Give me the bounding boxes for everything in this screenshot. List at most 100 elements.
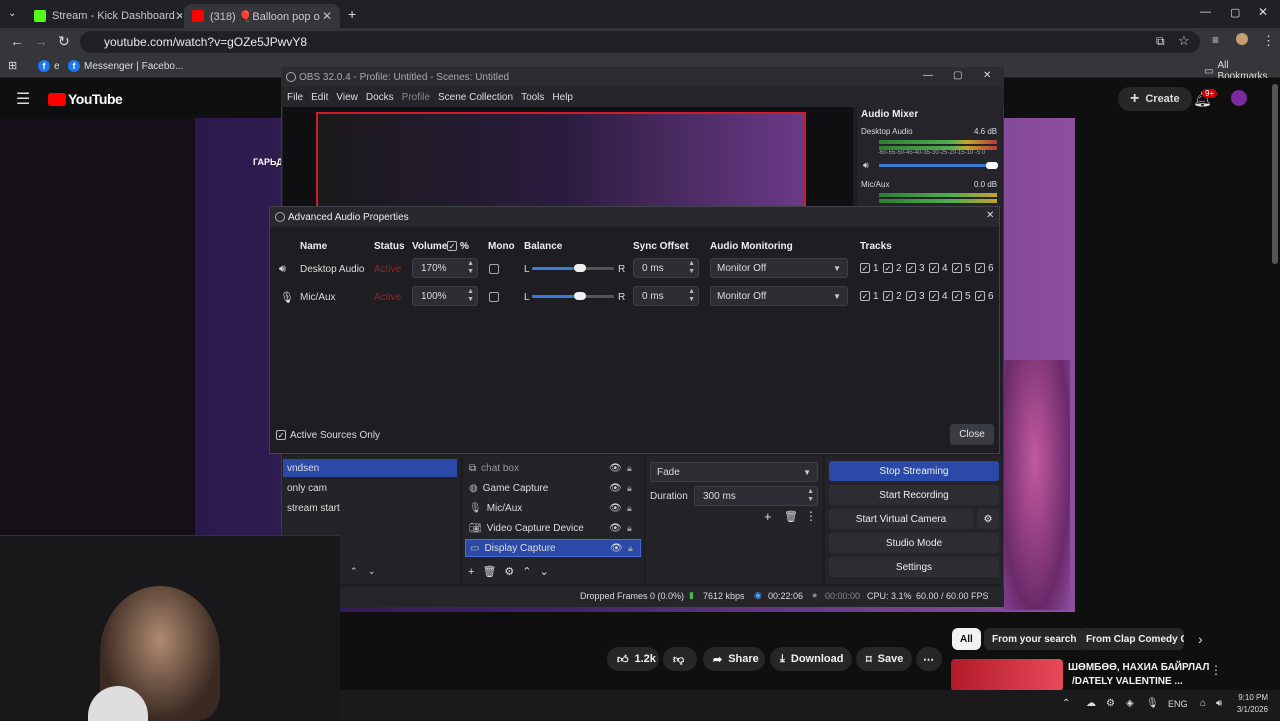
forward-icon[interactable]: →: [34, 33, 48, 49]
install-icon[interactable]: ⧉: [1156, 34, 1165, 49]
move-up-icon[interactable]: ⌃: [350, 566, 358, 577]
lock-icon[interactable]: 🔒︎: [627, 503, 632, 514]
mono-checkbox[interactable]: [489, 264, 499, 274]
eye-icon[interactable]: 👁︎: [609, 503, 622, 514]
rec-title[interactable]: /DATELY VALENTINE ...: [1072, 676, 1183, 687]
create-button[interactable]: + Create: [1118, 87, 1192, 111]
duration-spinbox[interactable]: 300 ms ▲ ▼: [694, 486, 818, 506]
balance-thumb[interactable]: [574, 292, 586, 300]
track-checkbox[interactable]: ✓: [906, 291, 916, 301]
spin-arrows-icon[interactable]: ▲ ▼: [807, 488, 814, 504]
page-scrollbar[interactable]: [1272, 84, 1278, 264]
maximize-icon[interactable]: ▢: [953, 70, 962, 81]
dislike-button[interactable]: 👎︎: [663, 647, 697, 671]
menu-docks[interactable]: Docks: [366, 92, 394, 103]
shield-icon[interactable]: ◈: [1126, 698, 1134, 709]
stop-streaming-button[interactable]: Stop Streaming: [829, 461, 999, 481]
maximize-icon[interactable]: ▢: [1230, 6, 1240, 19]
balance-slider[interactable]: [532, 267, 614, 270]
tab-youtube[interactable]: (318) 🎈Balloon pop or find lo ✕: [184, 4, 340, 28]
move-down-icon[interactable]: ⌄: [368, 566, 376, 577]
tab-search-icon[interactable]: ⌄: [8, 8, 16, 19]
source-item[interactable]: ⧉ chat box 👁︎ 🔒︎: [465, 459, 641, 477]
spin-arrows-icon[interactable]: ▲ ▼: [688, 260, 695, 276]
scene-item[interactable]: only cam: [287, 479, 327, 497]
recommended-thumbnail[interactable]: [951, 659, 1063, 691]
more-icon[interactable]: ⋮: [1210, 663, 1222, 677]
add-icon[interactable]: +: [468, 566, 482, 578]
track-checkbox[interactable]: ✓: [860, 291, 870, 301]
volume-spinbox[interactable]: 170% ▲ ▼: [412, 258, 478, 278]
source-item[interactable]: ◍ Game Capture 👁︎ 🔒︎: [465, 479, 641, 497]
hamburger-icon[interactable]: ☰: [16, 89, 30, 109]
scene-item[interactable]: vndsen: [283, 459, 457, 477]
track-checkbox[interactable]: ✓: [975, 263, 985, 273]
menu-help[interactable]: Help: [552, 92, 573, 103]
back-icon[interactable]: ←: [10, 33, 24, 49]
settings-button[interactable]: Settings: [829, 557, 999, 577]
eye-icon[interactable]: 👁︎: [610, 543, 623, 554]
source-item[interactable]: ▭ Display Capture 👁︎ 🔒︎: [465, 539, 641, 557]
close-window-icon[interactable]: ✕: [1258, 5, 1268, 19]
menu-view[interactable]: View: [336, 92, 358, 103]
start-recording-button[interactable]: Start Recording: [829, 485, 999, 505]
reload-icon[interactable]: ↻: [58, 33, 70, 50]
youtube-logo-icon[interactable]: [48, 93, 66, 106]
menu-edit[interactable]: Edit: [311, 92, 328, 103]
monitoring-select[interactable]: Monitor Off ▼: [710, 258, 848, 278]
close-icon[interactable]: ✕: [986, 210, 994, 221]
more-icon[interactable]: ⋮: [805, 509, 817, 523]
track-checkbox[interactable]: ✓: [883, 291, 893, 301]
tab-kick[interactable]: Stream - Kick Dashboard ✕: [26, 4, 182, 28]
sync-offset-spinbox[interactable]: 0 ms ▲ ▼: [633, 258, 699, 278]
track-checkbox[interactable]: ✓: [952, 291, 962, 301]
move-up-icon[interactable]: ⌃: [522, 566, 539, 578]
bookmark-e[interactable]: fe: [38, 60, 60, 72]
preview-source-bounds[interactable]: [316, 112, 806, 209]
start-virtual-camera-button[interactable]: Start Virtual Camera: [829, 509, 973, 529]
new-tab-button[interactable]: +: [348, 6, 356, 22]
share-button[interactable]: ➦ Share: [703, 647, 765, 671]
speaker-icon[interactable]: 🔊︎: [863, 160, 869, 171]
avatar[interactable]: [1231, 90, 1247, 106]
volume-spinbox[interactable]: 100% ▲ ▼: [412, 286, 478, 306]
menu-scene-collection[interactable]: Scene Collection: [438, 92, 513, 103]
close-icon[interactable]: ✕: [322, 9, 332, 23]
profile-avatar[interactable]: [1236, 33, 1248, 45]
lock-icon[interactable]: 🔒︎: [628, 543, 633, 554]
download-button[interactable]: ⤓ Download: [770, 647, 852, 671]
microphone-icon[interactable]: 🎙︎: [1146, 698, 1159, 709]
address-bar[interactable]: youtube.com/watch?v=gOZe5JPwvY8: [80, 31, 1200, 53]
chip-from-search[interactable]: From your search: [984, 628, 1085, 650]
balance-thumb[interactable]: [574, 264, 586, 272]
active-sources-only-checkbox[interactable]: ✓: [276, 430, 286, 440]
lock-icon[interactable]: 🔒︎: [627, 523, 632, 534]
balance-slider[interactable]: [532, 295, 614, 298]
gear-icon[interactable]: ⚙: [977, 509, 999, 529]
network-icon[interactable]: ⌂: [1200, 698, 1206, 709]
menu-icon[interactable]: ⋮: [1262, 33, 1275, 49]
menu-profile[interactable]: Profile: [402, 92, 430, 103]
bookmark-messenger[interactable]: f Messenger | Facebo...: [68, 60, 183, 72]
move-down-icon[interactable]: ⌄: [540, 566, 557, 578]
track-checkbox[interactable]: ✓: [860, 263, 870, 273]
eye-icon[interactable]: 👁︎: [609, 483, 622, 494]
spin-arrows-icon[interactable]: ▲ ▼: [688, 288, 695, 304]
mono-checkbox[interactable]: [489, 292, 499, 302]
trash-icon[interactable]: 🗑︎: [784, 510, 798, 523]
spin-arrows-icon[interactable]: ▲ ▼: [467, 288, 474, 304]
star-icon[interactable]: ☆: [1178, 33, 1190, 49]
volume-icon[interactable]: 🔊︎: [1216, 698, 1222, 709]
apps-icon[interactable]: ⊞: [8, 59, 17, 72]
menu-tools[interactable]: Tools: [521, 92, 544, 103]
chevron-up-icon[interactable]: ⌃: [1062, 698, 1070, 709]
lock-icon[interactable]: 🔒︎: [627, 463, 632, 474]
clock-date[interactable]: 3/1/2026: [1236, 705, 1268, 714]
lock-icon[interactable]: 🔒︎: [627, 483, 632, 494]
close-icon[interactable]: ✕: [983, 70, 991, 81]
track-checkbox[interactable]: ✓: [929, 263, 939, 273]
more-button[interactable]: ⋯: [916, 647, 942, 671]
track-checkbox[interactable]: ✓: [975, 291, 985, 301]
add-icon[interactable]: +: [764, 509, 772, 524]
minimize-icon[interactable]: —: [923, 70, 933, 81]
